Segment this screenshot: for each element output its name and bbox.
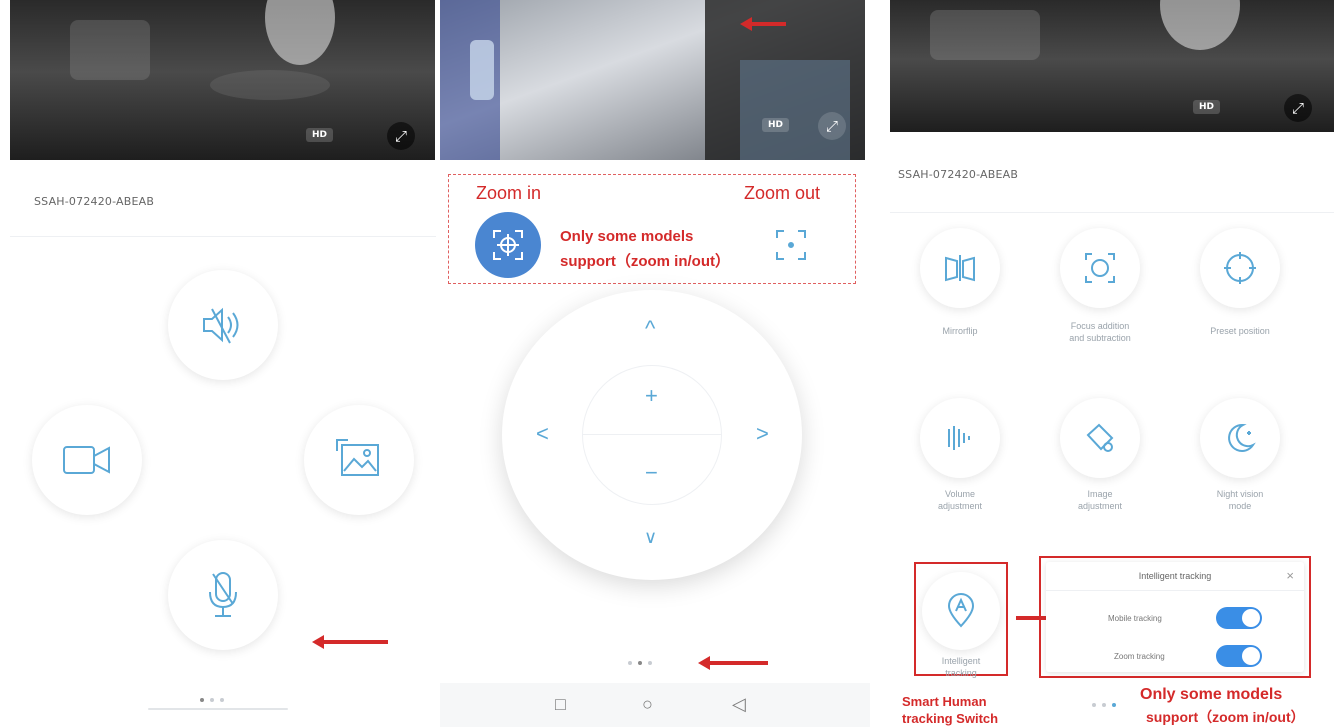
ptz-right-arrow[interactable]: > [756, 423, 769, 445]
picture-icon [336, 439, 379, 476]
annotation-note-line2: support（zoom in/out） [1146, 709, 1305, 725]
image-adjust-button[interactable] [1060, 398, 1140, 478]
model-note-line1: Only some models [560, 228, 694, 245]
page-dot[interactable] [1092, 703, 1096, 707]
mirror-flip-button[interactable] [920, 228, 1000, 308]
live-video-view[interactable]: HD ⤢ [440, 0, 865, 160]
popup-title: Intelligent tracking [1138, 571, 1212, 581]
live-video-view[interactable]: HD ⤢ [10, 0, 435, 160]
volume-button[interactable] [920, 398, 1000, 478]
hd-badge[interactable]: HD [762, 118, 790, 132]
talk-button[interactable] [168, 540, 278, 650]
mirror-flip-icon [945, 255, 975, 282]
right-panel: HD ⤢ SSAH-072420-ABEAB Mirrorflip Focus … [884, 0, 1343, 727]
zoom-plus-button[interactable]: + [645, 385, 658, 407]
page-dot[interactable] [1112, 703, 1116, 707]
image-adjust-icon [1086, 423, 1114, 452]
page-dot[interactable] [648, 661, 652, 665]
microphone-icon [209, 572, 237, 617]
device-name: SSAH-072420-ABEAB [34, 195, 155, 208]
annotation-arrow [740, 17, 786, 31]
divider [1046, 590, 1304, 591]
zoom-in-icon [493, 230, 523, 260]
ptz-left-arrow[interactable]: < [536, 423, 549, 445]
zoom-tracking-toggle[interactable] [1216, 645, 1262, 667]
page-indicator [1092, 703, 1116, 707]
annotation-switch-line1: Smart Human [902, 694, 987, 709]
zoom-out-label: Zoom out [744, 183, 821, 203]
back-button[interactable]: ◁ [732, 694, 746, 715]
zoom-out-icon [776, 230, 806, 260]
zoom-out-button[interactable] [766, 220, 816, 270]
fullscreen-icon[interactable]: ⤢ [818, 112, 846, 140]
page-indicator [200, 698, 224, 702]
close-icon[interactable]: × [1286, 568, 1294, 583]
preset-position-button[interactable] [1200, 228, 1280, 308]
tracking-pin-icon [947, 593, 975, 628]
live-video-view[interactable]: HD ⤢ [890, 0, 1334, 132]
recent-apps-button[interactable]: □ [555, 694, 566, 715]
feature-label: Image adjustment [1077, 489, 1123, 511]
zoom-minus-button[interactable]: − [645, 462, 658, 484]
record-button[interactable] [32, 405, 142, 515]
intelligent-tracking-button[interactable] [922, 572, 1000, 650]
night-vision-button[interactable] [1200, 398, 1280, 478]
feature-label: Night vision mode [1216, 489, 1264, 511]
zoom-in-button[interactable] [475, 212, 541, 278]
speaker-mute-icon [203, 307, 239, 344]
page-dot[interactable] [628, 661, 632, 665]
middle-panel: HD ⤢ Zoom in Zoom out Only some models s… [440, 0, 870, 727]
page-dot[interactable] [638, 661, 642, 665]
home-indicator [148, 708, 288, 710]
divider [582, 434, 722, 435]
annotation-note-line1: Only some models [1140, 686, 1283, 703]
ptz-down-arrow[interactable]: ∨ [644, 526, 657, 548]
left-panel: HD ⤢ SSAH-072420-ABEAB [0, 0, 436, 727]
device-name: SSAH-072420-ABEAB [898, 168, 1019, 181]
focus-icon [1085, 253, 1115, 283]
divider [10, 236, 436, 237]
hd-badge[interactable]: HD [306, 128, 334, 142]
page-dot[interactable] [200, 698, 204, 702]
android-nav-bar [440, 683, 870, 727]
fullscreen-icon[interactable]: ⤢ [1284, 94, 1312, 122]
zoom-tracking-label: Zoom tracking [1114, 652, 1165, 661]
video-camera-icon [63, 446, 110, 474]
feature-label: Focus addition and subtraction [1069, 321, 1131, 343]
mute-button[interactable] [168, 270, 278, 380]
mobile-tracking-label: Mobile tracking [1108, 614, 1162, 623]
screenshot-button[interactable] [304, 405, 414, 515]
page-dot[interactable] [220, 698, 224, 702]
feature-label: Intelligent tracking [941, 656, 981, 678]
annotation-arrow [312, 635, 388, 649]
feature-label: Volume adjustment [937, 489, 983, 511]
intelligent-tracking-popup: Intelligent tracking × Mobile tracking Z… [1046, 562, 1304, 672]
page-dot[interactable] [1102, 703, 1106, 707]
home-button[interactable]: ○ [642, 694, 653, 715]
feature-label: Preset position [1210, 326, 1270, 336]
ptz-control[interactable]: ^ ∨ < > + − [502, 290, 802, 580]
page-dot[interactable] [210, 698, 214, 702]
feature-label: Mirrorflip [942, 326, 978, 336]
divider [890, 212, 1334, 213]
preset-position-icon [1224, 252, 1256, 284]
model-note-line2: support（zoom in/out） [560, 253, 730, 270]
volume-icon [948, 426, 970, 450]
night-vision-icon [1228, 423, 1256, 452]
zoom-in-label: Zoom in [476, 183, 542, 203]
ptz-up-arrow[interactable]: ^ [645, 318, 655, 340]
annotation-arrow [698, 656, 768, 670]
mobile-tracking-toggle[interactable] [1216, 607, 1262, 629]
hd-badge[interactable]: HD [1193, 100, 1221, 114]
page-indicator [628, 661, 652, 665]
fullscreen-icon[interactable]: ⤢ [387, 122, 415, 150]
annotation-switch-line2: tracking Switch [902, 711, 999, 726]
focus-button[interactable] [1060, 228, 1140, 308]
